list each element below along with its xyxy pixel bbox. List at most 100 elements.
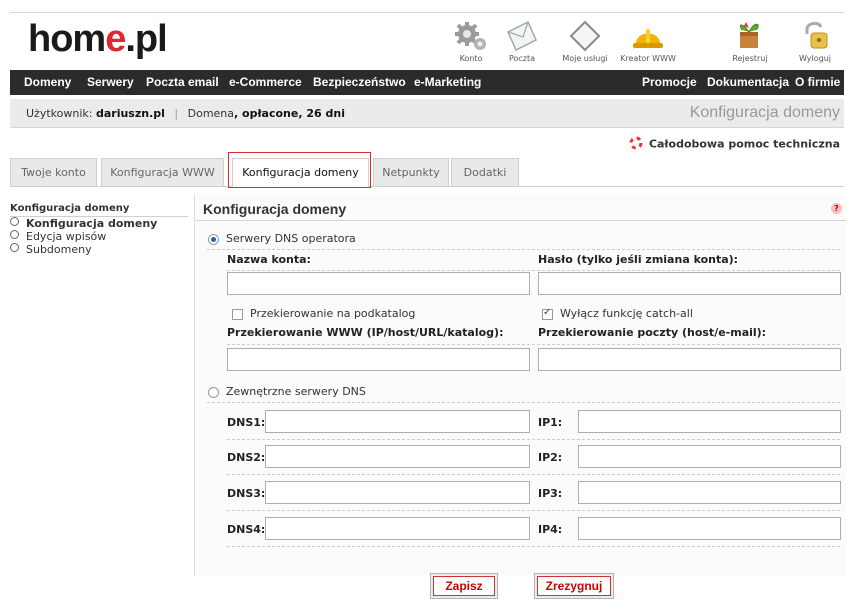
- logout-button[interactable]: Wyloguj: [784, 20, 846, 63]
- main-navbar: Domeny Serwery Poczta email e-Commerce B…: [10, 70, 844, 95]
- mail-label: Poczta: [508, 54, 536, 63]
- password-input[interactable]: [538, 272, 841, 295]
- nav-promocje[interactable]: Promocje: [642, 70, 697, 95]
- dns1-input[interactable]: [265, 410, 530, 433]
- ip2-input[interactable]: [578, 445, 841, 468]
- mail-button[interactable]: Poczta: [491, 20, 553, 63]
- arrow-circle-icon: [10, 230, 19, 239]
- mail-icon: [504, 20, 540, 52]
- dns4-input[interactable]: [265, 517, 530, 540]
- nav-dokumentacja[interactable]: Dokumentacja: [707, 70, 789, 95]
- sidebar-title: Konfiguracja domeny: [10, 203, 188, 217]
- services-button[interactable]: Moje usługi: [554, 20, 616, 63]
- nav-poczta-email[interactable]: Poczta email: [146, 70, 219, 95]
- account-name-label: Nazwa konta:: [227, 253, 311, 266]
- sidebar-item-subdomeny[interactable]: Subdomeny: [10, 243, 188, 256]
- register-label: Rejestruj: [732, 54, 768, 63]
- mail-redirect-input[interactable]: [538, 348, 841, 371]
- hardhat-icon: [630, 20, 666, 52]
- nav-bezpieczenstwo[interactable]: Bezpieczeństwo: [313, 70, 406, 95]
- arrow-circle-icon: [10, 217, 19, 226]
- dns2-label: DNS2:: [227, 451, 266, 464]
- dns2-input[interactable]: [265, 445, 530, 468]
- divider: [227, 270, 840, 271]
- register-button[interactable]: Rejestruj: [719, 20, 781, 63]
- nav-e-marketing[interactable]: e-Marketing: [414, 70, 481, 95]
- ip1-label: IP1:: [538, 416, 563, 429]
- active-tab-highlight: [228, 152, 371, 188]
- sidebar-item-edycja-wpisow[interactable]: Edycja wpisów: [10, 230, 188, 243]
- cancel-button-label: Zrezygnuj: [537, 576, 611, 596]
- divider: [227, 439, 840, 440]
- arrow-circle-icon: [10, 243, 19, 252]
- divider: [227, 510, 840, 511]
- cancel-button[interactable]: Zrezygnuj: [534, 573, 614, 599]
- sidebar-item-label: Konfiguracja domeny: [26, 217, 158, 230]
- sidebar: Konfiguracja domeny Konfiguracja domeny …: [10, 203, 188, 256]
- ip4-label: IP4:: [538, 523, 563, 536]
- user-info: Użytkownik: dariuszn.pl | Domena, opłaco…: [26, 107, 345, 120]
- tab-netpunkty[interactable]: Netpunkty: [373, 158, 449, 186]
- divider: [227, 546, 840, 547]
- sidebar-item-label: Edycja wpisów: [26, 230, 107, 243]
- services-label: Moje usługi: [562, 54, 608, 63]
- ip3-input[interactable]: [578, 481, 841, 504]
- page-title: Konfiguracja domeny: [689, 104, 840, 121]
- tab-konfiguracja-www[interactable]: Konfiguracja WWW: [101, 158, 224, 186]
- user-separator: |: [174, 107, 179, 120]
- logout-label: Wyloguj: [799, 54, 831, 63]
- divider: [227, 344, 840, 345]
- dns-external-radio[interactable]: [208, 387, 219, 398]
- dns-external-label: Zewnętrzne serwery DNS: [226, 385, 366, 398]
- account-name-input[interactable]: [227, 272, 530, 295]
- dns1-label: DNS1:: [227, 416, 266, 429]
- site-builder-label: Kreator WWW: [620, 54, 676, 63]
- panel-divider: [195, 220, 846, 221]
- dns-operator-radio[interactable]: [208, 234, 219, 245]
- tab-bar: Twoje konto Konfiguracja WWW Konfiguracj…: [10, 150, 844, 187]
- domain-label: Domena: [187, 107, 235, 120]
- ip3-label: IP3:: [538, 487, 563, 500]
- www-redirect-input[interactable]: [227, 348, 530, 371]
- divider: [227, 474, 840, 475]
- top-icon-bar: Konto Poczta Moje usługi Kreator WWW Rej…: [0, 20, 854, 66]
- catchall-checkbox[interactable]: [542, 307, 553, 320]
- site-builder-button[interactable]: Kreator WWW: [617, 20, 679, 63]
- user-name: dariuszn.pl: [95, 107, 165, 120]
- redirect-subdir-label: Przekierowanie na podkatalog: [250, 307, 416, 320]
- ip4-input[interactable]: [578, 517, 841, 540]
- redirect-subdir-checkbox[interactable]: [232, 309, 243, 320]
- dns3-input[interactable]: [265, 481, 530, 504]
- nav-serwery[interactable]: Serwery: [87, 70, 134, 95]
- panel-title: Konfiguracja domeny: [203, 201, 347, 217]
- sidebar-item-konfiguracja-domeny[interactable]: Konfiguracja domeny: [10, 217, 188, 230]
- dns4-label: DNS4:: [227, 523, 266, 536]
- divider: [207, 249, 840, 250]
- register-icon: [732, 20, 768, 52]
- padlock-icon: [797, 20, 833, 52]
- save-button-label: Zapisz: [433, 576, 495, 596]
- sidebar-item-label: Subdomeny: [26, 243, 92, 256]
- mail-redirect-label: Przekierowanie poczty (host/e-mail):: [538, 326, 767, 339]
- www-redirect-label: Przekierowanie WWW (IP/host/URL/katalog)…: [227, 326, 504, 339]
- ip1-input[interactable]: [578, 410, 841, 433]
- nav-e-commerce[interactable]: e-Commerce: [229, 70, 302, 95]
- top-divider: [10, 12, 844, 13]
- tab-twoje-konto[interactable]: Twoje konto: [10, 158, 97, 186]
- dns-operator-label: Serwery DNS operatora: [226, 232, 356, 245]
- nav-o-firmie[interactable]: O firmie: [795, 70, 840, 95]
- user-info-bar: Użytkownik: dariuszn.pl | Domena, opłaco…: [10, 99, 844, 128]
- domain-config-panel: Konfiguracja domeny ? Serwery DNS operat…: [194, 194, 846, 576]
- domain-status: , opłacone, 26 dni: [234, 107, 345, 120]
- divider: [207, 402, 840, 403]
- services-icon: [567, 20, 603, 52]
- user-label: Użytkownik:: [26, 107, 93, 120]
- password-label: Hasło (tylko jeśli zmiana konta):: [538, 253, 739, 266]
- ip2-label: IP2:: [538, 451, 563, 464]
- dns3-label: DNS3:: [227, 487, 266, 500]
- nav-domeny[interactable]: Domeny: [24, 70, 71, 95]
- tab-dodatki[interactable]: Dodatki: [451, 158, 519, 186]
- save-button[interactable]: Zapisz: [430, 573, 498, 599]
- catchall-label: Wyłącz funkcję catch-all: [560, 307, 693, 320]
- help-icon[interactable]: ?: [831, 203, 842, 214]
